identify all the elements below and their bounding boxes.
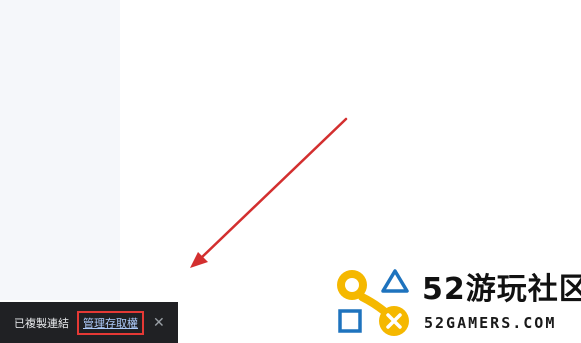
watermark-logo: 52游玩社区 52GAMERS.COM <box>330 264 581 343</box>
snackbar-message: 已複製連結 <box>14 316 69 330</box>
watermark-subtitle: 52GAMERS.COM <box>424 314 557 332</box>
square-icon <box>338 309 362 333</box>
left-panel <box>0 0 120 300</box>
close-icon[interactable]: ✕ <box>153 316 165 330</box>
triangle-icon <box>381 269 409 293</box>
logo-icons <box>337 269 409 336</box>
snackbar: 已複製連結 管理存取權 ✕ <box>0 302 178 343</box>
connector-shape <box>358 293 388 315</box>
manage-access-button[interactable]: 管理存取權 <box>77 310 144 335</box>
watermark-title: 52游玩社区 <box>422 272 581 307</box>
